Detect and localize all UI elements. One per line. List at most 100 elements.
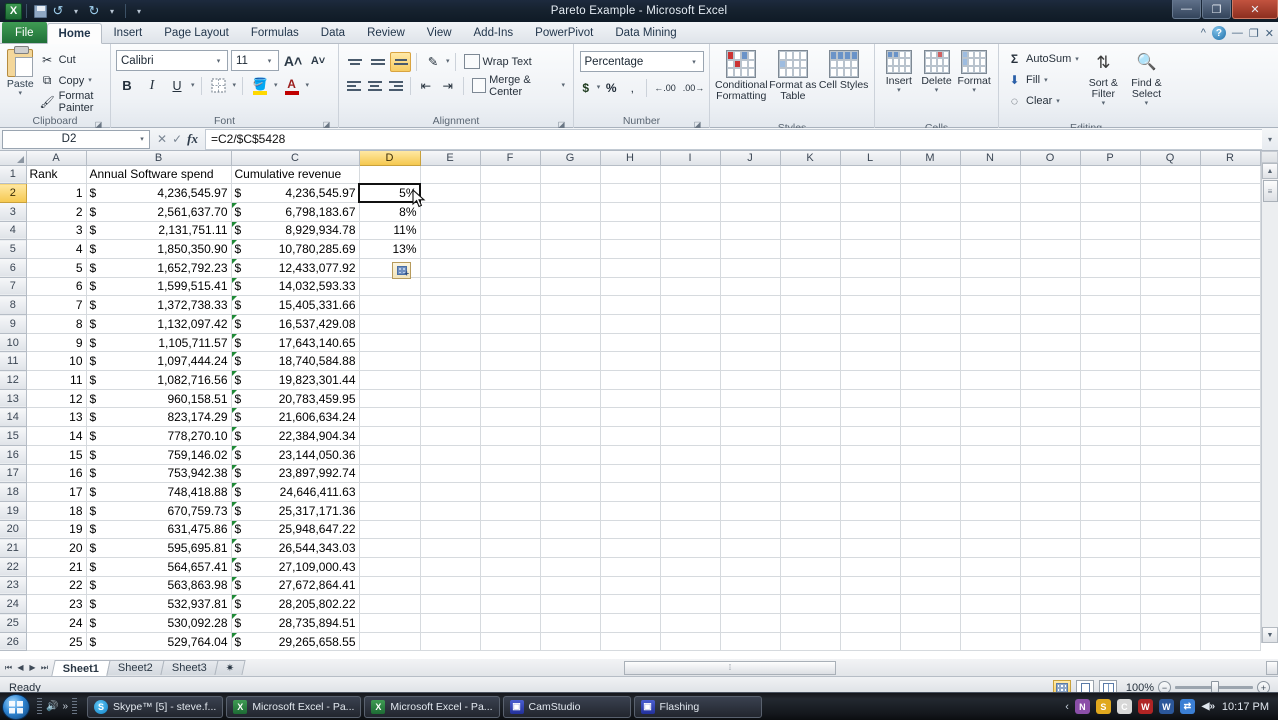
cell-J4[interactable]	[720, 221, 781, 241]
cell-R7[interactable]	[1200, 277, 1261, 297]
cell-Q19[interactable]	[1140, 501, 1201, 521]
cell-N25[interactable]	[960, 613, 1021, 633]
cell-H11[interactable]	[600, 351, 661, 372]
close-button[interactable]: ✕	[1232, 0, 1278, 19]
cell-H19[interactable]	[600, 501, 661, 521]
cell-K9[interactable]	[780, 314, 841, 334]
cell-G23[interactable]	[540, 576, 601, 596]
insert-cells-button[interactable]: Insert ▾	[880, 47, 918, 121]
cell-L8[interactable]	[840, 295, 901, 315]
font-name-combo[interactable]: Calibri ▾	[116, 50, 228, 71]
cell-A26[interactable]: 25	[26, 632, 87, 652]
cell-D19[interactable]	[359, 501, 421, 521]
cell-B22[interactable]: $564,657.41	[86, 557, 232, 577]
clipboard-dialog-launcher[interactable]: ◪	[94, 118, 103, 129]
cell-A17[interactable]: 16	[26, 464, 87, 484]
cell-R20[interactable]	[1200, 520, 1261, 540]
cell-E9[interactable]	[420, 314, 481, 334]
cell-D21[interactable]	[359, 538, 421, 558]
cell-F13[interactable]	[480, 389, 541, 409]
cell-C22[interactable]: $27,109,000.43	[231, 557, 360, 577]
cell-F7[interactable]	[480, 277, 541, 297]
taskbar-item-0[interactable]: S Skype™ [5] - steve.f...	[87, 695, 224, 718]
cell-J24[interactable]	[720, 594, 781, 614]
cell-R25[interactable]	[1200, 613, 1261, 633]
cell-O10[interactable]	[1020, 333, 1081, 353]
number-format-combo[interactable]: Percentage ▾	[579, 51, 704, 72]
cell-B23[interactable]: $563,863.98	[86, 576, 232, 596]
expand-formula-bar-icon[interactable]: ▾	[1262, 135, 1278, 144]
cell-E15[interactable]	[420, 426, 481, 446]
cell-K25[interactable]	[780, 613, 841, 633]
taskbar-grip-2[interactable]	[72, 697, 78, 716]
cell-D15[interactable]	[359, 426, 421, 446]
cell-E24[interactable]	[420, 594, 481, 614]
cell-Q21[interactable]	[1140, 538, 1201, 558]
cell-Q13[interactable]	[1140, 389, 1201, 409]
cell-Q18[interactable]	[1140, 482, 1201, 502]
tray-expand-icon[interactable]: ‹	[1065, 701, 1069, 713]
row-header-8[interactable]: 8	[0, 295, 27, 315]
cell-A6[interactable]: 5	[26, 258, 87, 278]
autosum-button[interactable]: Σ AutoSum ▾	[1004, 49, 1082, 69]
insert-dropdown-icon[interactable]: ▾	[897, 87, 901, 94]
cell-K17[interactable]	[780, 464, 841, 484]
row-header-15[interactable]: 15	[0, 426, 27, 446]
col-header-A[interactable]: A	[26, 151, 87, 166]
cell-J12[interactable]	[720, 370, 781, 390]
cell-P16[interactable]	[1080, 445, 1141, 465]
cell-P18[interactable]	[1080, 482, 1141, 502]
cell-G1[interactable]	[540, 165, 601, 185]
cell-K2[interactable]	[780, 183, 841, 203]
cell-K5[interactable]	[780, 239, 841, 259]
row-header-14[interactable]: 14	[0, 407, 27, 428]
cell-M12[interactable]	[900, 370, 961, 390]
cell-A11[interactable]: 10	[26, 351, 87, 372]
cell-F25[interactable]	[480, 613, 541, 633]
col-header-M[interactable]: M	[900, 151, 961, 166]
cell-M26[interactable]	[900, 632, 961, 652]
cell-B17[interactable]: $753,942.38	[86, 464, 232, 484]
align-right-icon[interactable]	[386, 76, 405, 96]
merge-center-dropdown-icon[interactable]: ▾	[561, 82, 565, 89]
cell-P4[interactable]	[1080, 221, 1141, 241]
cell-F1[interactable]	[480, 165, 541, 185]
cell-B24[interactable]: $532,937.81	[86, 594, 232, 614]
accounting-dropdown-icon[interactable]: ▾	[597, 84, 601, 91]
cell-R26[interactable]	[1200, 632, 1261, 652]
cell-I11[interactable]	[660, 351, 721, 372]
cell-M9[interactable]	[900, 314, 961, 334]
cell-B12[interactable]: $1,082,716.56	[86, 370, 232, 390]
underline-button[interactable]: U	[166, 75, 188, 96]
cell-O19[interactable]	[1020, 501, 1081, 521]
cell-H15[interactable]	[600, 426, 661, 446]
cell-A5[interactable]: 4	[26, 239, 87, 259]
cell-H17[interactable]	[600, 464, 661, 484]
select-all-corner[interactable]	[0, 151, 27, 166]
borders-dropdown-icon[interactable]: ▾	[233, 82, 237, 89]
orientation-dropdown-icon[interactable]: ▾	[446, 58, 450, 65]
cell-L19[interactable]	[840, 501, 901, 521]
format-dropdown-icon[interactable]: ▾	[972, 87, 976, 94]
cell-G15[interactable]	[540, 426, 601, 446]
col-header-G[interactable]: G	[540, 151, 601, 166]
cell-Q22[interactable]	[1140, 557, 1201, 577]
cell-H13[interactable]	[600, 389, 661, 409]
cell-N6[interactable]	[960, 258, 1021, 278]
cell-styles-button[interactable]: Cell Styles	[818, 47, 869, 121]
formula-input[interactable]: =C2/$C$5428	[204, 128, 1262, 150]
cell-F23[interactable]	[480, 576, 541, 596]
cell-B3[interactable]: $2,561,637.70	[86, 202, 232, 222]
cell-D16[interactable]	[359, 445, 421, 465]
cell-E6[interactable]	[420, 258, 481, 278]
cell-M13[interactable]	[900, 389, 961, 409]
cell-G14[interactable]	[540, 407, 601, 428]
font-name-dropdown-icon[interactable]: ▾	[212, 57, 225, 65]
taskbar-item-3[interactable]: ▣ CamStudio	[502, 695, 631, 718]
cell-Q20[interactable]	[1140, 520, 1201, 540]
cell-D12[interactable]	[359, 370, 421, 390]
cell-F22[interactable]	[480, 557, 541, 577]
cell-R14[interactable]	[1200, 407, 1261, 428]
cell-O25[interactable]	[1020, 613, 1081, 633]
paste-dropdown-icon[interactable]: ▾	[19, 90, 23, 97]
